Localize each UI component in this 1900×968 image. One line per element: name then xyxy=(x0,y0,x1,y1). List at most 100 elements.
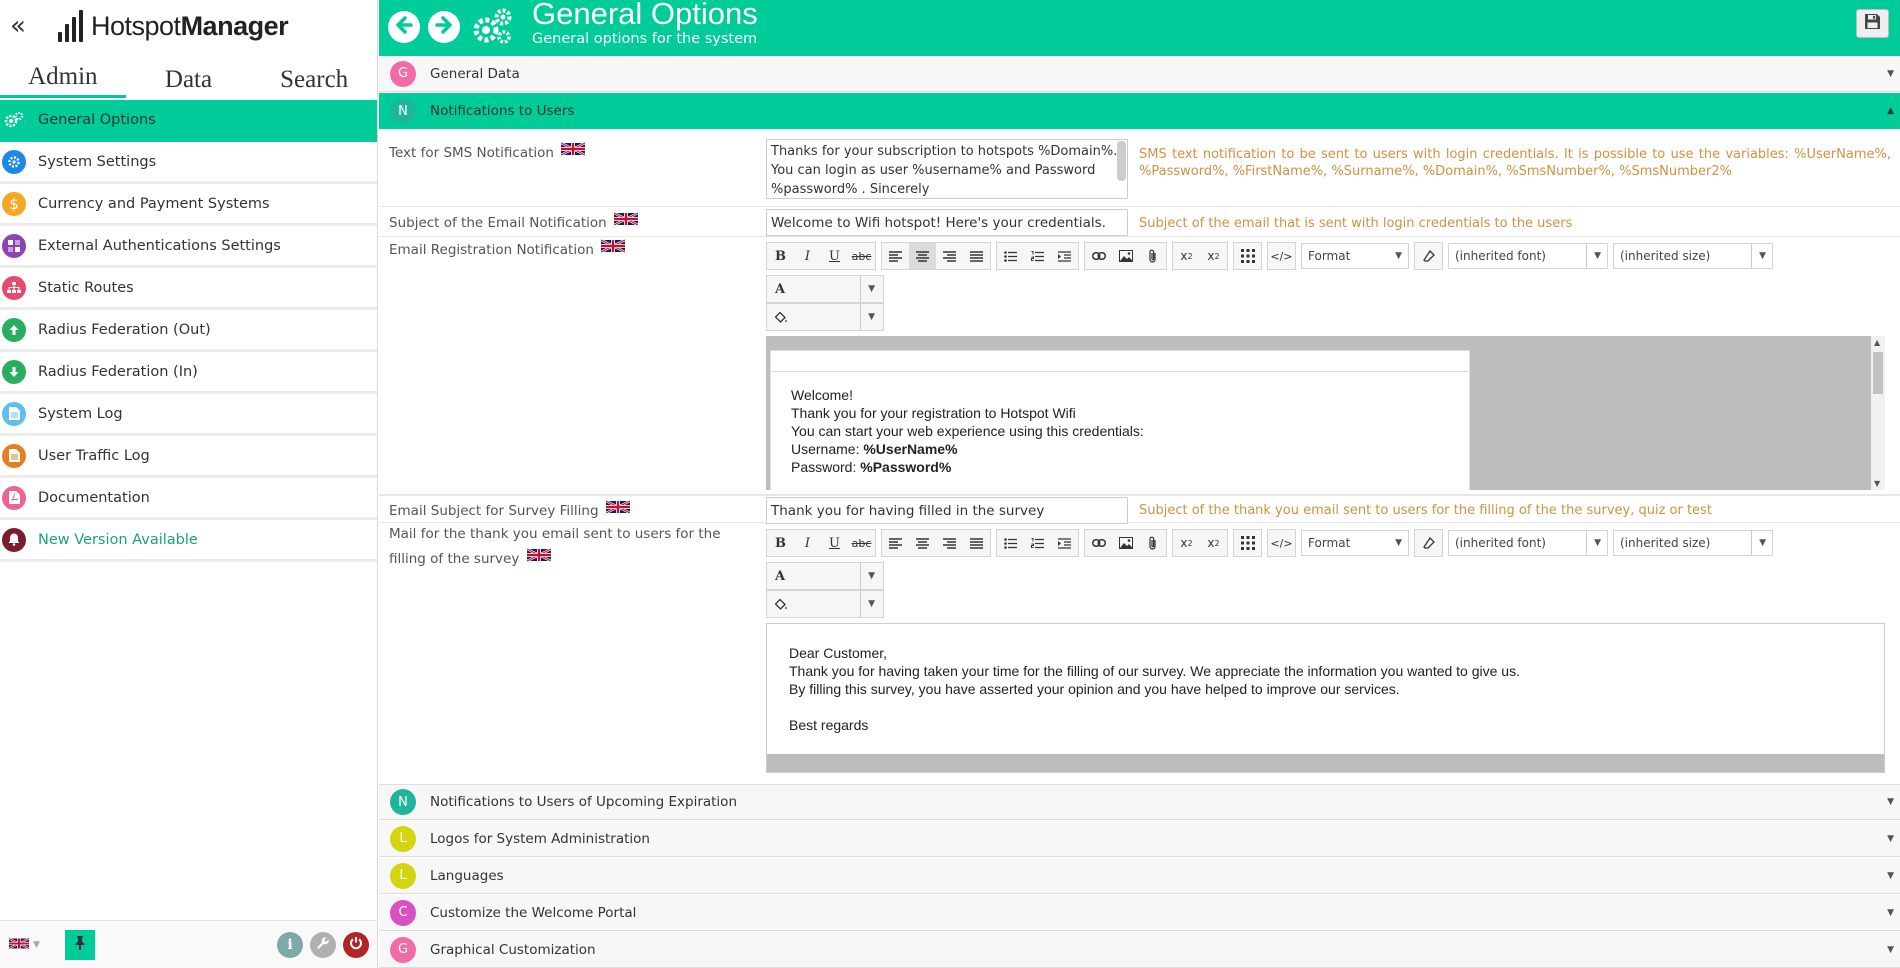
sidebar-item-static-routes[interactable]: Static Routes xyxy=(0,268,377,310)
sidebar-item-system-log[interactable]: System Log xyxy=(0,394,377,436)
align-left-icon[interactable] xyxy=(882,243,909,269)
attachment-icon[interactable] xyxy=(1139,530,1166,556)
source-code-icon[interactable]: </> xyxy=(1268,243,1295,269)
bullet-list-icon[interactable] xyxy=(997,243,1024,269)
scrollbar[interactable] xyxy=(1117,141,1126,181)
strikethrough-icon[interactable]: abc xyxy=(848,530,875,556)
pin-button[interactable] xyxy=(65,929,95,960)
uk-flag-icon xyxy=(560,140,586,166)
sidebar-item-radius-in[interactable]: Radius Federation (In) xyxy=(0,352,377,394)
section-languages[interactable]: L Languages ▼ xyxy=(379,858,1900,894)
editor-document[interactable]: Welcome! Thank you for your registration… xyxy=(770,350,1471,490)
eraser-icon[interactable] xyxy=(1415,530,1442,556)
numbered-list-icon[interactable] xyxy=(1024,530,1051,556)
bold-icon[interactable]: B xyxy=(767,243,794,269)
align-justify-icon[interactable] xyxy=(963,243,990,269)
indent-icon[interactable] xyxy=(1051,243,1078,269)
superscript-icon[interactable]: x2 xyxy=(1200,243,1227,269)
background-color-dropdown[interactable]: ▼ xyxy=(766,303,884,331)
font-dropdown[interactable]: (inherited font) ▼ xyxy=(1448,243,1608,269)
bullet-list-icon[interactable] xyxy=(997,530,1024,556)
sidebar-item-system-settings[interactable]: System Settings xyxy=(0,142,377,184)
sidebar-item-label: Currency and Payment Systems xyxy=(38,195,270,212)
background-color-dropdown[interactable]: ▼ xyxy=(766,590,884,618)
link-icon[interactable] xyxy=(1085,530,1112,556)
indent-icon[interactable] xyxy=(1051,530,1078,556)
email-subject-input[interactable]: Welcome to Wifi hotspot! Here's your cre… xyxy=(766,209,1128,236)
power-button[interactable] xyxy=(343,932,369,958)
sidebar-item-user-traffic-log[interactable]: User Traffic Log xyxy=(0,436,377,478)
subscript-icon[interactable]: x2 xyxy=(1173,530,1200,556)
image-icon[interactable] xyxy=(1112,530,1139,556)
attachment-icon[interactable] xyxy=(1139,243,1166,269)
sidebar-item-documentation[interactable]: Documentation xyxy=(0,478,377,520)
eraser-icon[interactable] xyxy=(1415,243,1442,269)
scroll-thumb[interactable] xyxy=(1873,352,1883,394)
subscript-icon[interactable]: x2 xyxy=(1173,243,1200,269)
language-selector[interactable]: ▼ xyxy=(8,935,49,954)
section-notifications-to-users[interactable]: N Notifications to Users ▲ xyxy=(379,93,1900,129)
forward-button[interactable] xyxy=(428,11,460,43)
back-button[interactable] xyxy=(388,11,420,43)
tab-data[interactable]: Data xyxy=(126,66,252,98)
pin-icon xyxy=(74,935,86,954)
scrollbar[interactable]: ▲ ▼ xyxy=(1871,336,1885,490)
arrow-left-icon xyxy=(394,15,414,39)
sms-textarea[interactable]: Thanks for your subscription to hotspots… xyxy=(766,139,1128,199)
italic-icon[interactable]: I xyxy=(794,243,821,269)
text-color-dropdown[interactable]: A ▼ xyxy=(766,562,884,590)
sidebar-item-radius-out[interactable]: Radius Federation (Out) xyxy=(0,310,377,352)
format-dropdown[interactable]: Format ▼ xyxy=(1301,530,1409,556)
survey-subject-input[interactable]: Thank you for having filled in the surve… xyxy=(766,497,1128,524)
underline-icon[interactable]: U xyxy=(821,530,848,556)
email-registration-editor[interactable]: Welcome! Thank you for your registration… xyxy=(766,336,1885,490)
toolbar-group xyxy=(1414,529,1443,557)
underline-icon[interactable]: U xyxy=(821,243,848,269)
size-dropdown[interactable]: (inherited size) ▼ xyxy=(1613,530,1773,556)
sidebar-item-new-version[interactable]: New Version Available xyxy=(0,520,377,562)
section-welcome-portal[interactable]: C Customize the Welcome Portal ▼ xyxy=(379,895,1900,931)
text-color-dropdown[interactable]: A ▼ xyxy=(766,275,884,303)
sidebar-footer: ▼ i xyxy=(0,920,377,968)
survey-thanks-editor[interactable]: Dear Customer, Thank you for having take… xyxy=(766,623,1885,773)
section-upcoming-expiration[interactable]: N Notifications to Users of Upcoming Exp… xyxy=(379,784,1900,820)
font-dropdown[interactable]: (inherited font) ▼ xyxy=(1448,530,1608,556)
align-left-icon[interactable] xyxy=(882,530,909,556)
align-right-icon[interactable] xyxy=(936,243,963,269)
numbered-list-icon[interactable] xyxy=(1024,243,1051,269)
align-right-icon[interactable] xyxy=(936,530,963,556)
section-logos[interactable]: L Logos for System Administration ▼ xyxy=(379,821,1900,857)
scroll-up-icon[interactable]: ▲ xyxy=(1874,338,1880,347)
source-code-icon[interactable]: </> xyxy=(1268,530,1295,556)
tab-admin[interactable]: Admin xyxy=(0,63,126,98)
double-chevron-left-icon[interactable]: « xyxy=(10,11,38,41)
link-icon[interactable] xyxy=(1085,243,1112,269)
bold-icon[interactable]: B xyxy=(767,530,794,556)
section-general-data[interactable]: G General Data ▼ xyxy=(379,56,1900,92)
sidebar-item-currency[interactable]: $ Currency and Payment Systems xyxy=(0,184,377,226)
section-graphical-customization[interactable]: G Graphical Customization ▼ xyxy=(379,932,1900,968)
toolbar-group xyxy=(996,242,1079,270)
format-dropdown[interactable]: Format ▼ xyxy=(1301,243,1409,269)
save-button[interactable] xyxy=(1856,9,1889,38)
sms-notification-row: Text for SMS Notification Thanks for you… xyxy=(379,129,1900,207)
editor-document[interactable]: Dear Customer, Thank you for having take… xyxy=(767,624,1884,754)
superscript-icon[interactable]: x2 xyxy=(1200,530,1227,556)
size-dropdown[interactable]: (inherited size) ▼ xyxy=(1613,243,1773,269)
field-label: Email Subject for Survey Filling xyxy=(389,498,631,524)
scroll-down-icon[interactable]: ▼ xyxy=(1874,479,1880,488)
strikethrough-icon[interactable]: abc xyxy=(848,243,875,269)
sidebar-item-external-auth[interactable]: External Authentications Settings xyxy=(0,226,377,268)
tab-search[interactable]: Search xyxy=(251,66,377,98)
italic-icon[interactable]: I xyxy=(794,530,821,556)
table-icon[interactable] xyxy=(1234,530,1261,556)
align-center-icon[interactable] xyxy=(909,530,936,556)
info-button[interactable]: i xyxy=(277,932,303,958)
align-center-icon[interactable] xyxy=(909,243,936,269)
image-icon[interactable] xyxy=(1112,243,1139,269)
table-icon[interactable] xyxy=(1234,243,1261,269)
sidebar-item-general-options[interactable]: General Options xyxy=(0,100,377,142)
wrench-button[interactable] xyxy=(310,932,336,958)
align-justify-icon[interactable] xyxy=(963,530,990,556)
section-badge: L xyxy=(390,825,416,852)
